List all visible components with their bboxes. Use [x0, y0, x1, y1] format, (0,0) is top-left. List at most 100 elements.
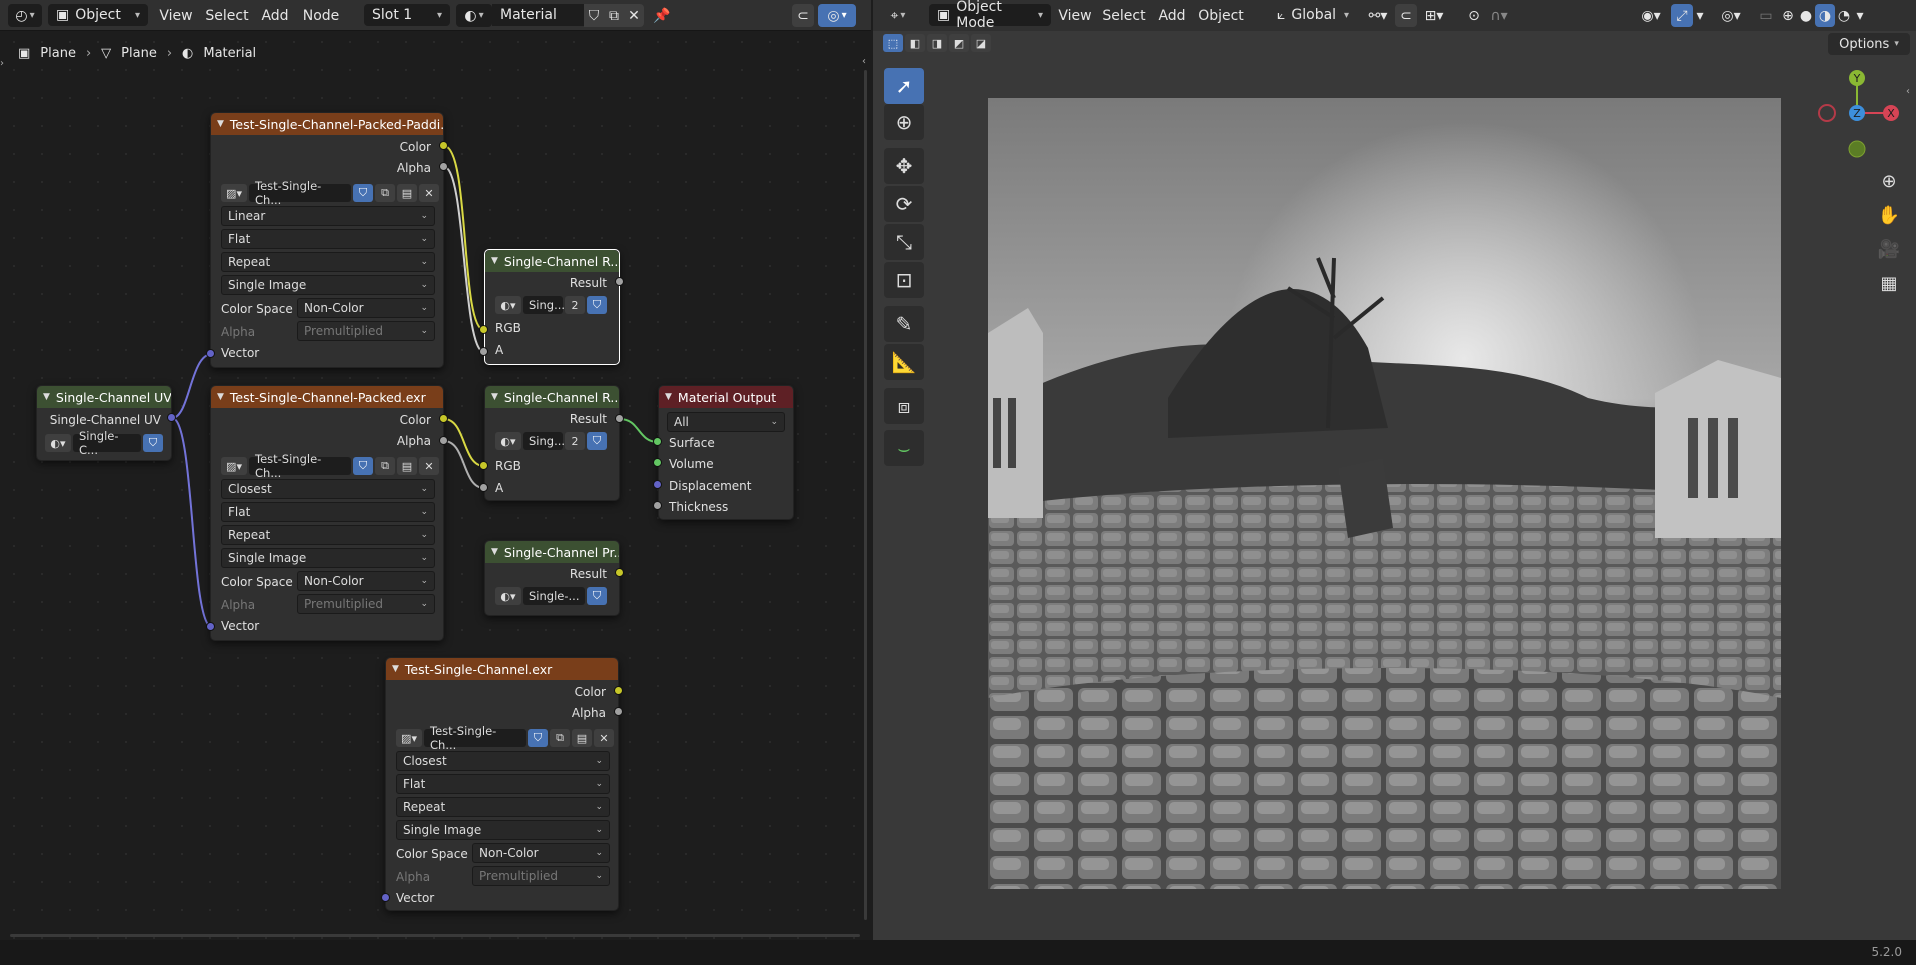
fake-user-shield-icon[interactable]: ⛉	[353, 184, 373, 202]
zoom-magnifier-icon[interactable]: ⊕	[1876, 168, 1902, 194]
unlink-x-icon[interactable]: ✕	[624, 4, 644, 27]
output-target-dropdown[interactable]: All ⌄	[667, 412, 785, 432]
menu-add[interactable]: Add	[258, 4, 292, 27]
gizmo-toggle-icon[interactable]: ⤢	[1671, 4, 1693, 27]
menu-view[interactable]: View	[1057, 4, 1093, 27]
pack-icon[interactable]: ▤	[397, 457, 417, 475]
visibility-icon[interactable]: ◉▾	[1635, 4, 1667, 27]
unlink-x-icon[interactable]: ✕	[419, 457, 439, 475]
transform-orientation-dropdown[interactable]: ⟀ Global ▾	[1269, 4, 1357, 26]
group-name-field[interactable]: Sing...	[523, 296, 565, 314]
group-node-top[interactable]: ▼ Single-Channel R... Result ◐ ▾ Sing... 2…	[484, 249, 620, 365]
socket-result-out[interactable]	[615, 277, 624, 286]
image-browse-button[interactable]: ▨ ▾	[396, 729, 422, 747]
socket-result-out[interactable]	[615, 414, 624, 423]
move-tool[interactable]: ✥	[884, 148, 924, 184]
3d-viewport[interactable]: ⌖ ▾ ▣ Object Mode ▾ View Select Add Object …	[873, 0, 1916, 940]
left-edge-arrow-icon[interactable]: ›	[0, 58, 4, 69]
socket-rgb-in[interactable]	[479, 461, 488, 470]
unlink-x-icon[interactable]: ✕	[419, 184, 439, 202]
add-cube-tool[interactable]: ⧈	[884, 388, 924, 424]
socket-a-in[interactable]	[479, 347, 488, 356]
falloff-icon[interactable]: ∩▾	[1487, 4, 1511, 27]
fake-user-shield-icon[interactable]: ⛉	[528, 729, 548, 747]
overlay-icon[interactable]: ◎▾	[1715, 4, 1747, 27]
group-name-field[interactable]: Single-...	[523, 587, 585, 605]
node-header[interactable]: ▼ Test-Single-Channel-Packed-Paddi...	[211, 113, 443, 135]
projection-dropdown[interactable]: Flat ⌄	[396, 774, 610, 794]
gizmo-dropdown-chevron-icon[interactable]: ▾	[1693, 4, 1707, 27]
measure-tool[interactable]: 📐	[884, 344, 924, 380]
menu-select[interactable]: Select	[204, 4, 250, 27]
node-editor[interactable]: ◴ ▾ ▣ Object ▾ View Select Add Node Slot 1 ▾…	[0, 0, 871, 940]
rendered-shading-icon[interactable]: ◔	[1835, 4, 1853, 27]
select-subtract-icon[interactable]: ◨	[927, 34, 947, 52]
unlink-x-icon[interactable]: ✕	[594, 729, 614, 747]
group-name-field[interactable]: Single-C...	[73, 429, 141, 457]
material-output-node[interactable]: ▼ Material Output All ⌄ Surface Volume Dis…	[658, 385, 794, 520]
shading-dropdown-chevron-icon[interactable]: ▾	[1853, 4, 1867, 27]
select-extend-icon[interactable]: ◧	[905, 34, 925, 52]
socket-surface-in[interactable]	[653, 437, 662, 446]
fake-user-shield-icon[interactable]: ⛉	[587, 432, 607, 450]
image-texture-node-single[interactable]: ▼ Test-Single-Channel.exr Color Alpha ▨ ▾ …	[385, 657, 619, 911]
collapse-chevron-icon[interactable]: ▼	[217, 392, 224, 402]
material-shading-icon[interactable]: ◑	[1815, 4, 1835, 27]
slot-dropdown[interactable]: Slot 1 ▾	[364, 4, 450, 26]
material-name-field[interactable]: Material	[492, 4, 584, 26]
node-header[interactable]: ▼ Material Output	[659, 386, 793, 408]
duplicate-icon[interactable]: ⧉	[375, 184, 395, 202]
proportional-editing-icon[interactable]: ⊙	[1463, 4, 1485, 27]
group-browse-button[interactable]: ◐ ▾	[495, 587, 521, 605]
snap-icon[interactable]: ⊂	[1395, 4, 1417, 27]
camera-view-icon[interactable]: 🎥	[1876, 236, 1902, 262]
xray-icon[interactable]: ▭	[1757, 4, 1775, 27]
color-space-dropdown[interactable]: Non-Color ⌄	[472, 843, 610, 863]
socket-thickness-in[interactable]	[653, 501, 662, 510]
material-browse-button[interactable]: ◐ ▾	[456, 4, 492, 27]
collapse-chevron-icon[interactable]: ▼	[392, 664, 399, 674]
duplicate-icon[interactable]: ⧉	[375, 457, 395, 475]
extension-dropdown[interactable]: Repeat ⌄	[396, 797, 610, 817]
collapse-chevron-icon[interactable]: ▼	[665, 392, 672, 402]
duplicate-icon[interactable]: ⧉	[604, 4, 624, 27]
socket-vector-in[interactable]	[206, 622, 215, 631]
solid-shading-icon[interactable]: ●	[1797, 4, 1815, 27]
pan-hand-icon[interactable]: ✋	[1876, 202, 1902, 228]
source-dropdown[interactable]: Single Image ⌄	[221, 275, 435, 295]
user-count[interactable]: 2	[565, 296, 585, 314]
select-difference-icon[interactable]: ◩	[949, 34, 969, 52]
rotate-tool[interactable]: ⟳	[884, 186, 924, 222]
transform-tool[interactable]: ⊡	[884, 262, 924, 298]
color-space-dropdown[interactable]: Non-Color ⌄	[297, 571, 435, 591]
group-browse-button[interactable]: ◐ ▾	[45, 434, 71, 452]
pack-icon[interactable]: ▤	[572, 729, 592, 747]
cursor-tool[interactable]: ⊕	[884, 104, 924, 140]
fake-user-shield-icon[interactable]: ⛉	[353, 457, 373, 475]
extension-dropdown[interactable]: Repeat ⌄	[221, 525, 435, 545]
menu-node[interactable]: Node	[302, 4, 340, 27]
fake-user-shield-icon[interactable]: ⛉	[587, 296, 607, 314]
sidebar-toggle-arrow-icon[interactable]: ‹	[862, 56, 866, 67]
image-browse-button[interactable]: ▨ ▾	[221, 184, 247, 202]
menu-add[interactable]: Add	[1155, 4, 1189, 27]
socket-color-out[interactable]	[439, 141, 448, 150]
pin-icon[interactable]: 📌	[652, 4, 672, 27]
editor-type-button[interactable]: ◴ ▾	[8, 4, 42, 27]
snap-icon[interactable]: ⊂	[792, 4, 814, 27]
node-header[interactable]: ▼ Test-Single-Channel.exr	[386, 658, 618, 680]
mode-dropdown[interactable]: ▣ Object Mode ▾	[929, 0, 1051, 31]
user-count[interactable]: 2	[565, 432, 585, 450]
options-button[interactable]: Options ▾	[1828, 33, 1910, 55]
group-browse-button[interactable]: ◐ ▾	[495, 432, 521, 450]
collapse-chevron-icon[interactable]: ▼	[491, 547, 498, 557]
overlay-icon[interactable]: ◎▾	[818, 4, 856, 27]
pivot-point-icon[interactable]: ⚯▾	[1363, 4, 1393, 27]
source-dropdown[interactable]: Single Image ⌄	[396, 820, 610, 840]
node-header[interactable]: ▼ Single-Channel R...	[485, 250, 619, 272]
group-browse-button[interactable]: ◐ ▾	[495, 296, 521, 314]
socket-color-out[interactable]	[439, 414, 448, 423]
image-name-field[interactable]: Test-Single-Ch...	[249, 179, 351, 207]
select-intersect-icon[interactable]: ◪	[971, 34, 991, 52]
node-header[interactable]: ▼ Single-Channel R...	[485, 386, 619, 408]
